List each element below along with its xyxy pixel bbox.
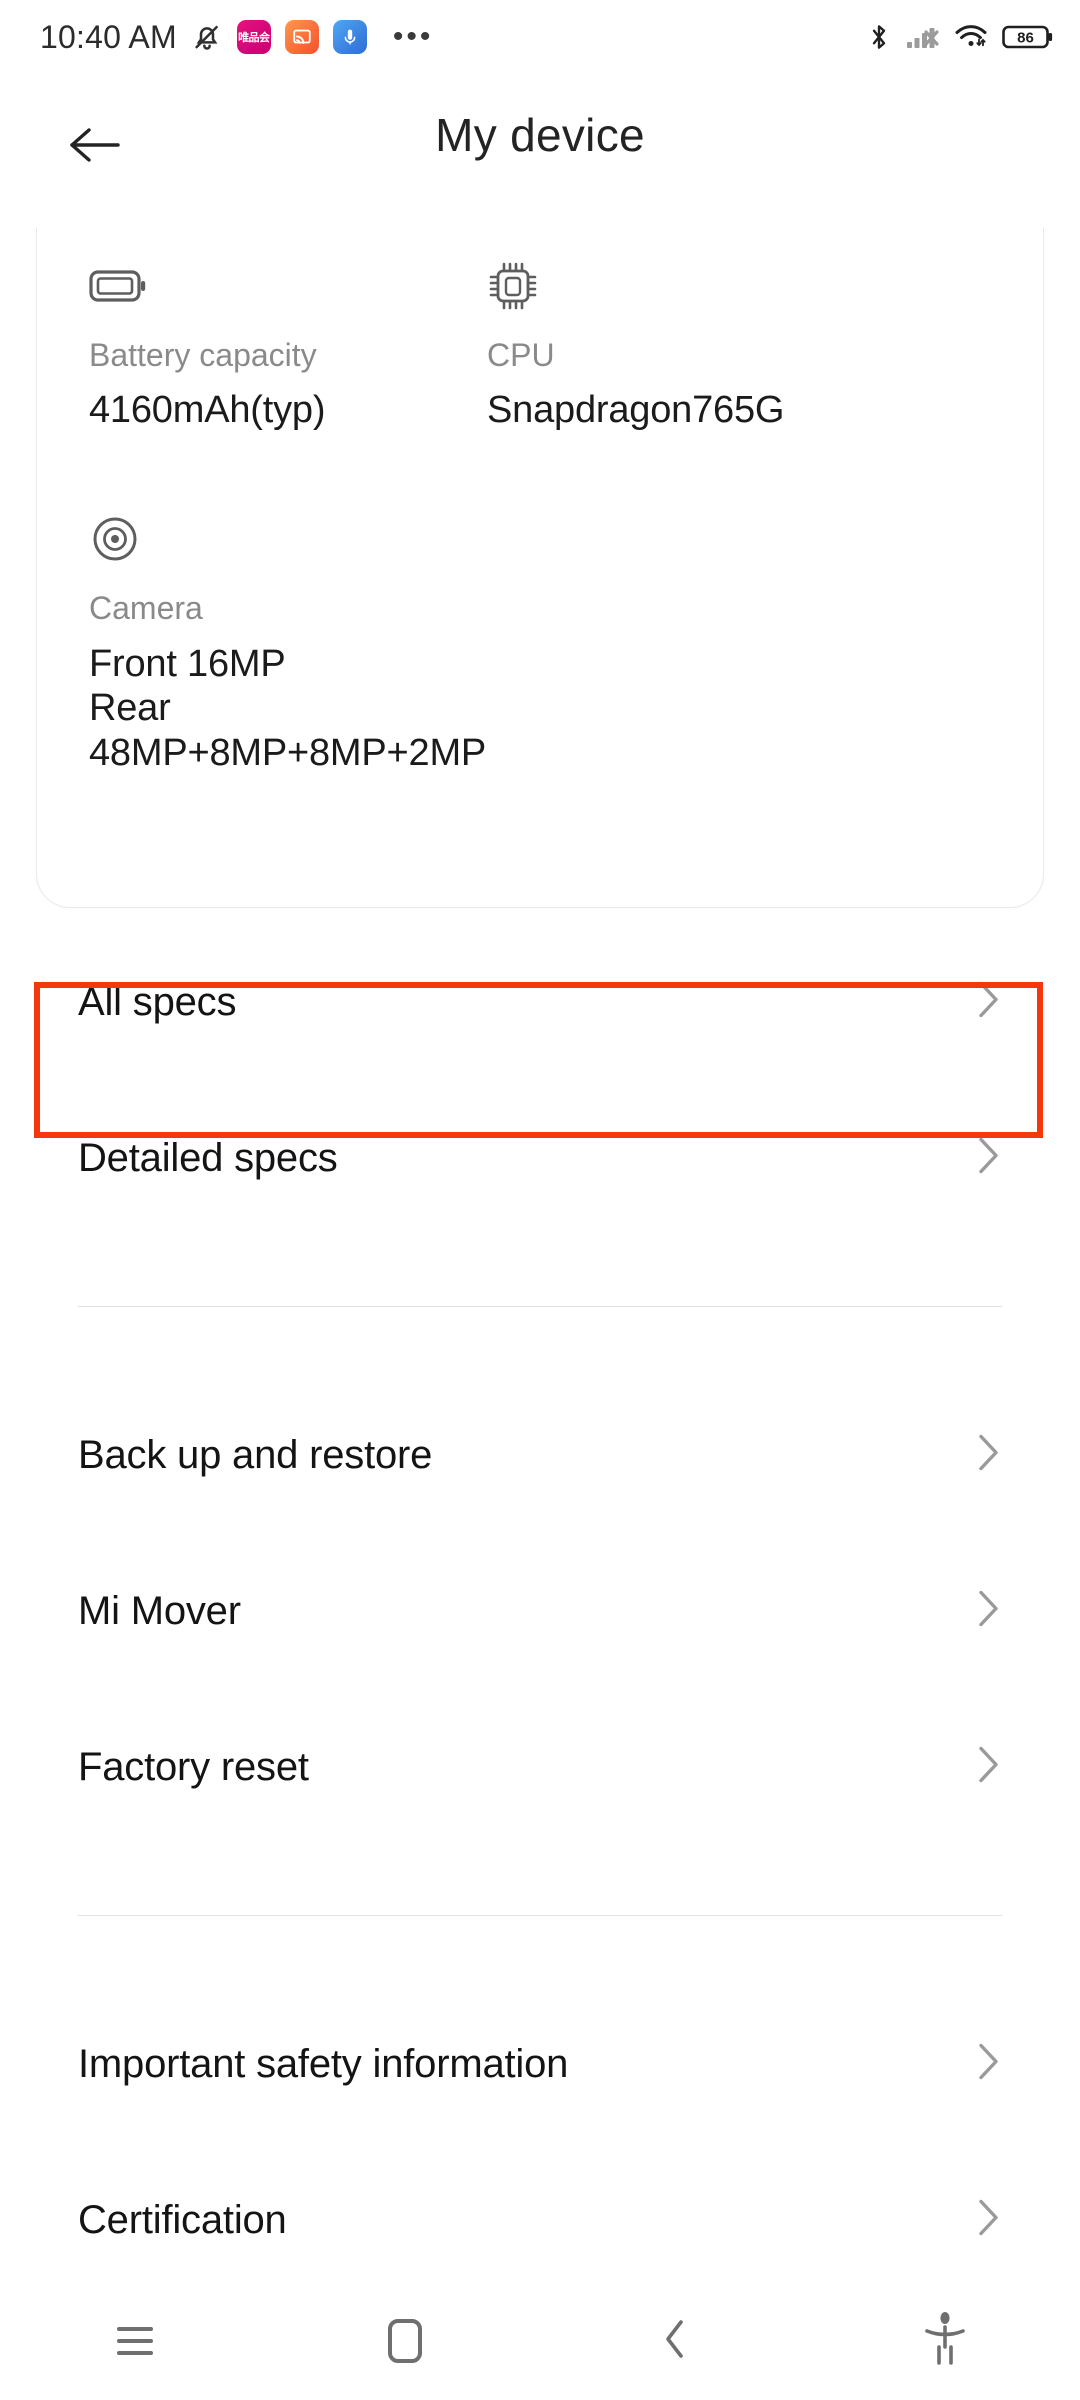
spec-label: Battery capacity	[89, 337, 317, 373]
status-bar-right: 86	[866, 22, 1054, 52]
system-navigation-bar	[0, 2282, 1080, 2400]
chevron-right-icon	[974, 2038, 1002, 2091]
camera-lens-icon	[89, 509, 487, 569]
spec-row-bottom: Camera Front 16MP Rear 48MP+8MP+8MP+2MP	[37, 433, 1043, 776]
spec-item-cpu: CPU Snapdragon765G	[487, 256, 1007, 433]
page-title: My device	[435, 109, 645, 161]
list-item-detailed-specs[interactable]: Detailed specs	[0, 1080, 1080, 1236]
list-item-label: Detailed specs	[78, 1135, 338, 1180]
settings-list: All specs Detailed specs Back up and res…	[0, 908, 1080, 2298]
spec-label: Camera	[89, 590, 203, 627]
list-item-all-specs[interactable]: All specs	[0, 924, 1080, 1080]
app-icon-glyph: 唯品会	[238, 30, 270, 44]
chevron-right-icon	[974, 1132, 1002, 1185]
status-bar-overflow-icon: •••	[392, 20, 434, 53]
chevron-right-icon	[974, 1429, 1002, 1482]
app-header: My device	[0, 74, 1080, 214]
spec-label: CPU	[487, 337, 555, 373]
chevron-right-icon	[974, 976, 1002, 1029]
list-item-label: Certification	[78, 2197, 287, 2242]
battery-icon: 86	[1002, 23, 1054, 51]
chevron-right-icon	[974, 1585, 1002, 1638]
spec-value-secondary: Rear 48MP+8MP+8MP+2MP	[89, 687, 487, 775]
back-button[interactable]	[540, 2282, 810, 2400]
list-item-certification[interactable]: Certification	[0, 2142, 1080, 2298]
device-screen: 10:40 AM 唯品会 ••• 86 My device Battery ca…	[0, 0, 1080, 2400]
list-item-back-up-and-restore[interactable]: Back up and restore	[0, 1377, 1080, 1533]
status-bar-clock: 10:40 AM	[40, 19, 177, 55]
app-notification-cast-icon	[284, 20, 319, 54]
chevron-left-icon	[661, 2316, 689, 2367]
recents-button[interactable]	[0, 2282, 270, 2400]
spec-value: Front 16MP	[89, 642, 286, 685]
list-item-label: All specs	[78, 979, 237, 1024]
cpu-chip-icon	[487, 256, 1007, 316]
spec-row-top: Battery capacity 4160mAh(typ) CPU Snapdr…	[37, 228, 1043, 433]
list-item-label: Factory reset	[78, 1744, 309, 1789]
bluetooth-icon	[866, 22, 892, 52]
chevron-right-icon	[974, 2194, 1002, 2247]
battery-level-text: 86	[1017, 29, 1034, 46]
battery-capacity-icon	[89, 256, 487, 316]
hamburger-icon	[117, 2319, 153, 2363]
bell-muted-icon	[191, 21, 223, 53]
home-button[interactable]	[270, 2282, 540, 2400]
list-item-label: Important safety information	[78, 2041, 569, 2086]
list-item-label: Back up and restore	[78, 1432, 433, 1477]
spec-grid: Battery capacity 4160mAh(typ) CPU Snapdr…	[37, 228, 1043, 776]
device-spec-card: Battery capacity 4160mAh(typ) CPU Snapdr…	[36, 228, 1044, 908]
list-item-label: Mi Mover	[78, 1588, 241, 1633]
rounded-square-icon	[388, 2319, 422, 2363]
status-bar: 10:40 AM 唯品会 ••• 86	[0, 0, 1080, 74]
signal-no-sim-icon	[906, 23, 940, 51]
accessibility-person-icon	[920, 2310, 970, 2373]
wifi-icon	[954, 23, 988, 51]
app-notification-vipshop-icon: 唯品会	[236, 20, 271, 54]
list-item-important-safety-information[interactable]: Important safety information	[0, 1986, 1080, 2142]
spec-item-battery-capacity: Battery capacity 4160mAh(typ)	[37, 256, 487, 433]
accessibility-button[interactable]	[810, 2282, 1080, 2400]
list-item-factory-reset[interactable]: Factory reset	[0, 1689, 1080, 1845]
app-notification-recorder-icon	[332, 20, 367, 54]
status-bar-left: 10:40 AM 唯品会 •••	[40, 20, 433, 54]
list-item-mi-mover[interactable]: Mi Mover	[0, 1533, 1080, 1689]
spec-value: Snapdragon765G	[487, 389, 785, 432]
spec-value: 4160mAh(typ)	[89, 389, 326, 432]
chevron-right-icon	[974, 1741, 1002, 1794]
spec-item-camera: Camera Front 16MP Rear 48MP+8MP+8MP+2MP	[37, 509, 487, 776]
